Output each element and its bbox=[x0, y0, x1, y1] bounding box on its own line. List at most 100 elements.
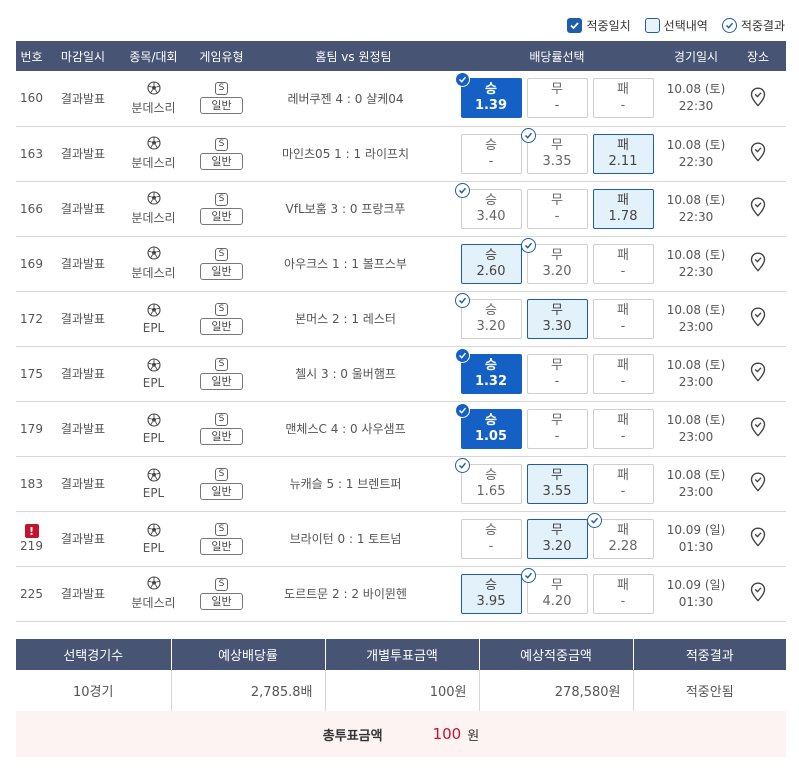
odd-win-button[interactable]: 승 3.40 bbox=[454, 182, 522, 229]
sport-league: 분데스리 bbox=[119, 136, 188, 171]
odd-win-button[interactable]: 승 3.95 bbox=[460, 573, 522, 614]
odds-group: 승 2.60 무 3.20 패 - bbox=[452, 237, 662, 284]
location-pin-icon[interactable] bbox=[750, 87, 766, 107]
sport-league: 분데스리 bbox=[119, 191, 188, 226]
header-odds: 배당률선택 bbox=[452, 41, 662, 71]
location-pin-icon[interactable] bbox=[750, 307, 766, 327]
location-pin-icon[interactable] bbox=[750, 527, 766, 547]
location-pin-icon[interactable] bbox=[750, 197, 766, 217]
odd-draw-button[interactable]: 무 3.20 bbox=[526, 518, 588, 559]
summary-table: 선택경기수 예상배당률 개별투표금액 예상적중금액 적중결과 10경기 2,78… bbox=[16, 639, 786, 712]
summary-header-odds: 예상배당률 bbox=[171, 639, 326, 670]
odd-lose-button[interactable]: 패- bbox=[592, 78, 654, 119]
odd-lose-button[interactable]: 패 2.28 bbox=[586, 512, 654, 559]
odd-draw-button[interactable]: 무 3.55 bbox=[526, 463, 588, 504]
odd-value: 1.32 bbox=[474, 373, 508, 389]
odd-win-button[interactable]: 승 1.39 bbox=[454, 72, 522, 119]
odds-cell: 승 3.95 무 4.20 패 - bbox=[452, 566, 662, 622]
odd-label: 승 bbox=[485, 522, 497, 538]
location-pin-icon[interactable] bbox=[750, 417, 766, 437]
match-teams-score: 뉴캐슬 5 : 1 브렌트퍼 bbox=[255, 456, 452, 512]
match-time: 01:30 bbox=[678, 539, 714, 554]
odd-label: 무 bbox=[551, 357, 563, 373]
odd-win-button[interactable]: 승- bbox=[460, 133, 522, 174]
odd-draw-button[interactable]: 무- bbox=[526, 408, 588, 449]
odd-draw-button[interactable]: 무 3.35 bbox=[520, 127, 588, 174]
odd-lose-button[interactable]: 패- bbox=[592, 408, 654, 449]
soccer-ball-icon bbox=[146, 576, 161, 593]
league-cell: 분데스리 bbox=[119, 71, 188, 127]
soccer-ball-icon bbox=[146, 357, 161, 375]
game-type-cell: S 일반 bbox=[188, 456, 255, 512]
odd-label: 무 bbox=[551, 522, 563, 538]
location-pin-icon[interactable] bbox=[750, 472, 766, 492]
odd-win-button[interactable]: 승- bbox=[460, 518, 522, 559]
odd-draw-button[interactable]: 무 3.20 bbox=[520, 237, 588, 284]
odd-win-button[interactable]: 승 3.20 bbox=[454, 292, 522, 339]
location-pin-icon[interactable] bbox=[750, 582, 766, 602]
game-type: S 일반 bbox=[188, 82, 255, 115]
odds-group: 승 1.32 무 - 패 - bbox=[452, 347, 662, 394]
game-number-wrap: 175 bbox=[16, 367, 47, 381]
odd-label: 패 bbox=[617, 357, 629, 373]
match-datetime: 10.08 (토) 23:00 bbox=[662, 291, 730, 347]
single-game-icon: S bbox=[215, 192, 228, 206]
odd-lose-button[interactable]: 패- bbox=[592, 298, 654, 339]
game-row: 175 결과발표 EPL S 일반 첼시 3 : 0 울버햄프 승 1.32 무 - 패 -10.08… bbox=[16, 346, 786, 402]
soccer-ball-icon bbox=[146, 191, 161, 208]
location-cell bbox=[730, 566, 786, 622]
result-check-icon bbox=[520, 237, 536, 253]
match-datetime: 10.08 (토) 23:00 bbox=[662, 401, 730, 457]
location-cell bbox=[730, 236, 786, 292]
odd-win-button[interactable]: 승 1.05 bbox=[454, 402, 522, 449]
game-number-cell: 169 bbox=[16, 236, 47, 292]
match-date: 10.08 (토) bbox=[666, 357, 726, 372]
odd-lose-button[interactable]: 패- bbox=[592, 353, 654, 394]
odds-group: 승 3.95 무 4.20 패 - bbox=[452, 567, 662, 614]
odd-lose-button[interactable]: 패- bbox=[592, 573, 654, 614]
odds-cell: 승 1.39 무 - 패 - bbox=[452, 71, 662, 127]
deadline: 결과발표 bbox=[47, 566, 119, 622]
odd-lose-button[interactable]: 패- bbox=[592, 463, 654, 504]
game-number-wrap: 172 bbox=[16, 312, 47, 326]
odd-win-button[interactable]: 승 1.65 bbox=[454, 457, 522, 504]
odd-value: 3.20 bbox=[542, 263, 572, 279]
game-number: 163 bbox=[20, 146, 43, 161]
location-cell bbox=[730, 346, 786, 402]
odd-lose-button[interactable]: 패- bbox=[592, 243, 654, 284]
match-teams-score: VfL보훔 3 : 0 프랑크푸 bbox=[255, 181, 452, 237]
odd-win-button[interactable]: 승 2.60 bbox=[460, 243, 522, 284]
match-teams-score: 맨체스C 4 : 0 사우샘프 bbox=[255, 401, 452, 457]
odds-group: 승 1.65 무 3.55 패 - bbox=[452, 457, 662, 504]
odd-lose-button[interactable]: 패 2.11 bbox=[592, 133, 654, 174]
odd-draw-button[interactable]: 무 4.20 bbox=[520, 567, 588, 614]
game-number-wrap: 225 bbox=[16, 587, 47, 601]
odd-value: 3.20 bbox=[476, 318, 506, 334]
soccer-ball-icon bbox=[146, 81, 161, 98]
header-datetime: 경기일시 bbox=[662, 41, 730, 71]
game-row: 179 결과발표 EPL S 일반 맨체스C 4 : 0 사우샘프 승 1.05 무 - 패 -10.… bbox=[16, 401, 786, 457]
location-pin-icon[interactable] bbox=[750, 252, 766, 272]
location-pin-icon[interactable] bbox=[750, 142, 766, 162]
total-bet-bar: 총투표금액 100 원 bbox=[16, 711, 786, 757]
location-pin-icon[interactable] bbox=[750, 362, 766, 382]
odd-draw-button[interactable]: 무- bbox=[526, 78, 588, 119]
odds-group: 승 3.20 무 3.30 패 - bbox=[452, 292, 662, 339]
odd-win-button[interactable]: 승 1.32 bbox=[454, 347, 522, 394]
odd-draw-button[interactable]: 무- bbox=[526, 188, 588, 229]
odd-lose-button[interactable]: 패 1.78 bbox=[592, 188, 654, 229]
odd-value: 1.39 bbox=[474, 98, 508, 114]
match-datetime: 10.08 (토) 22:30 bbox=[662, 71, 730, 127]
odd-label: 무 bbox=[551, 82, 563, 98]
result-check-icon bbox=[454, 457, 470, 473]
game-number-cell: 179 bbox=[16, 401, 47, 457]
odd-draw-button[interactable]: 무- bbox=[526, 353, 588, 394]
odd-draw-button[interactable]: 무 3.30 bbox=[526, 298, 588, 339]
single-game-icon: S bbox=[215, 412, 228, 426]
summary-header-games: 선택경기수 bbox=[16, 639, 172, 670]
summary-result-value: 적중안됨 bbox=[633, 670, 786, 712]
game-number-wrap: ! 219 bbox=[16, 524, 47, 553]
game-number: 175 bbox=[20, 366, 43, 381]
odd-value: - bbox=[488, 538, 494, 554]
soccer-ball-icon bbox=[146, 522, 161, 540]
